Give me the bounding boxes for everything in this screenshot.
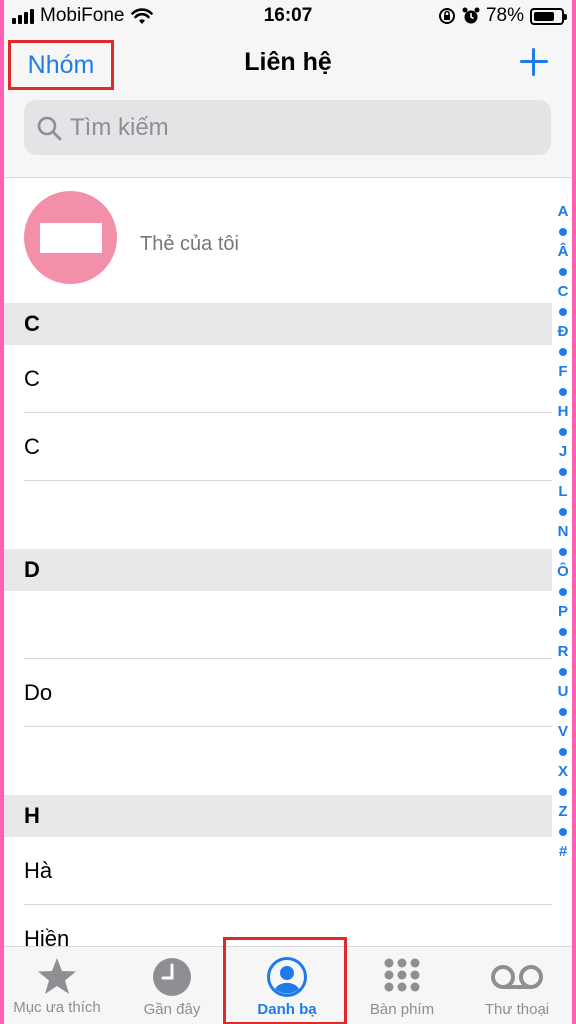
- contacts-screen: MobiFone 16:07 78% Nhóm Liên hệ Tìm kiếm…: [4, 0, 572, 1024]
- index-dot: [559, 788, 567, 796]
- index-dot: [559, 748, 567, 756]
- star-icon: [38, 958, 76, 994]
- tab-favorites-label: Mục ưa thích: [13, 999, 101, 1016]
- avatar-placeholder: [39, 222, 102, 253]
- contact-row[interactable]: C: [24, 413, 552, 481]
- alarm-icon: [462, 7, 480, 24]
- index-letter[interactable]: Ô: [557, 562, 569, 582]
- battery-fill: [534, 11, 555, 21]
- voicemail-icon: [491, 965, 543, 989]
- groups-button[interactable]: Nhóm: [8, 40, 114, 90]
- index-letter[interactable]: X: [558, 762, 568, 782]
- index-dot: [559, 348, 567, 356]
- index-letter[interactable]: #: [559, 842, 567, 862]
- contact-list: C C C D Do H Hà Hiền: [4, 303, 552, 973]
- status-bar: MobiFone 16:07 78%: [4, 0, 572, 32]
- my-card-subtitle: Thẻ của tôi: [140, 233, 239, 255]
- contact-row[interactable]: [24, 727, 552, 795]
- index-letter[interactable]: R: [558, 642, 569, 662]
- index-dot: [559, 708, 567, 716]
- tab-bar: Mục ưa thích Gần đây Danh bạ Bàn phím Th…: [4, 937, 572, 1024]
- contact-row[interactable]: Hà: [24, 837, 552, 905]
- tab-contacts[interactable]: Danh bạ: [234, 947, 340, 1024]
- section-header-d: D: [4, 549, 552, 591]
- index-letter[interactable]: P: [558, 602, 568, 622]
- index-letter[interactable]: F: [558, 362, 567, 382]
- avatar: [24, 191, 117, 284]
- index-dot: [559, 668, 567, 676]
- index-letter[interactable]: N: [558, 522, 569, 542]
- tab-keypad-label: Bàn phím: [369, 1001, 435, 1018]
- search-input[interactable]: [70, 113, 510, 142]
- index-letter[interactable]: V: [558, 722, 568, 742]
- contact-name: C: [24, 433, 40, 459]
- status-right: 78%: [438, 5, 567, 27]
- tab-contacts-label: Danh bạ: [257, 1001, 317, 1018]
- tab-recents-label: Gần đây: [143, 1001, 201, 1018]
- clock-icon: [153, 958, 191, 996]
- contact-name: Hà: [24, 857, 53, 883]
- index-dot: [559, 228, 567, 236]
- contact-name: Do: [24, 679, 53, 705]
- tab-voicemail[interactable]: Thư thoại: [464, 947, 570, 1024]
- tab-recents[interactable]: Gần đây: [119, 947, 225, 1024]
- contact-row[interactable]: [24, 591, 552, 659]
- index-letter[interactable]: H: [558, 402, 569, 422]
- battery-icon: [530, 7, 567, 25]
- index-dot: [559, 388, 567, 396]
- contact-name: C: [24, 365, 40, 391]
- index-letter[interactable]: J: [559, 442, 567, 462]
- index-dot: [559, 548, 567, 556]
- tab-voicemail-label: Thư thoại: [484, 1001, 550, 1018]
- index-dot: [559, 268, 567, 276]
- search-icon: [37, 116, 62, 140]
- index-letter[interactable]: L: [558, 482, 567, 502]
- contact-row[interactable]: C: [24, 345, 552, 413]
- index-dot: [559, 628, 567, 636]
- plus-icon[interactable]: [518, 46, 550, 78]
- index-dot: [559, 588, 567, 596]
- section-index[interactable]: A Â C Đ F H J L N Ô P R U V X Z #: [556, 202, 570, 862]
- tab-favorites[interactable]: Mục ưa thích: [4, 947, 110, 1024]
- index-letter[interactable]: Đ: [558, 322, 569, 342]
- index-dot: [559, 468, 567, 476]
- section-header-h: H: [4, 795, 552, 837]
- rotation-lock-icon: [438, 8, 455, 24]
- contact-row[interactable]: [24, 481, 552, 549]
- index-dot: [559, 828, 567, 836]
- contact-row[interactable]: Do: [24, 659, 552, 727]
- index-letter[interactable]: Z: [558, 802, 567, 822]
- keypad-icon: [384, 958, 420, 992]
- person-circle-icon: [267, 957, 307, 997]
- index-letter[interactable]: A: [558, 202, 569, 222]
- index-letter[interactable]: U: [558, 682, 569, 702]
- section-header-c: C: [4, 303, 552, 345]
- index-dot: [559, 508, 567, 516]
- index-dot: [559, 308, 567, 316]
- search-bar[interactable]: [24, 100, 551, 155]
- index-letter[interactable]: C: [558, 282, 569, 302]
- navigation-bar: Nhóm Liên hệ: [4, 32, 572, 178]
- battery-percent: 78%: [485, 5, 524, 26]
- my-card[interactable]: Thẻ của tôi: [4, 179, 572, 303]
- tab-keypad[interactable]: Bàn phím: [349, 947, 455, 1024]
- index-dot: [559, 428, 567, 436]
- index-letter[interactable]: Â: [558, 242, 569, 262]
